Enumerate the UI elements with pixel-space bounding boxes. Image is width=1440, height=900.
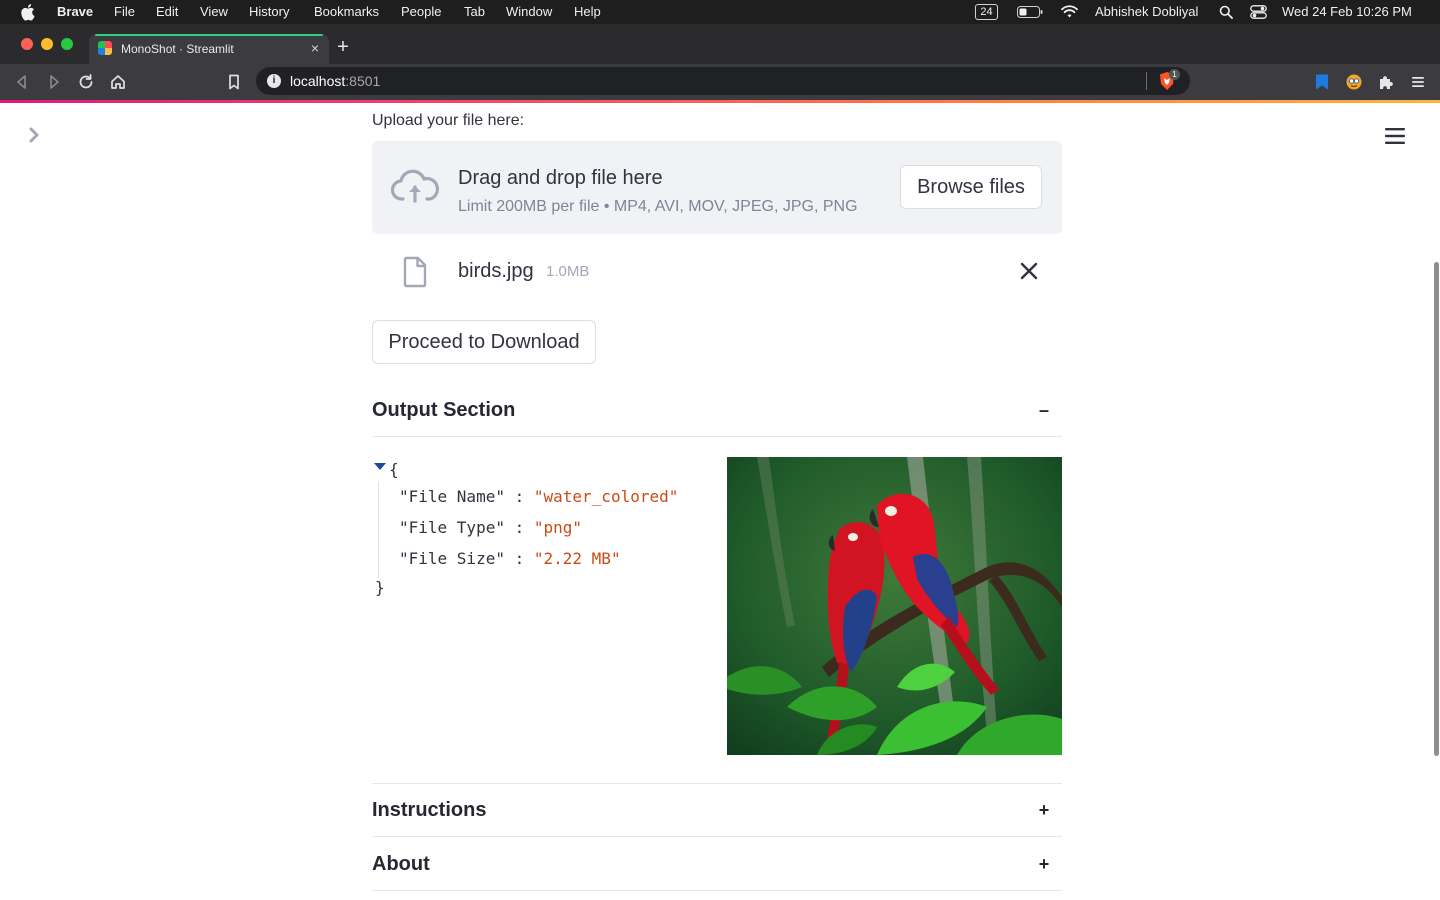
- json-value: "2.22 MB": [533, 549, 621, 568]
- json-key: "File Type": [399, 518, 505, 537]
- site-info-icon[interactable]: i: [267, 74, 281, 88]
- address-bar-divider: [1146, 72, 1147, 90]
- menu-window[interactable]: Window: [506, 5, 552, 19]
- json-collapse-caret-icon[interactable]: [374, 463, 386, 470]
- address-bar[interactable]: i localhost:8501 1: [256, 67, 1190, 95]
- menu-bookmarks[interactable]: Bookmarks: [314, 5, 379, 19]
- uploaded-file-name: birds.jpg: [458, 260, 534, 282]
- divider: [372, 783, 1062, 784]
- divider: [372, 436, 1062, 437]
- battery-icon[interactable]: [1017, 6, 1043, 18]
- menu-history[interactable]: History: [249, 5, 289, 19]
- browser-tab-active[interactable]: MonoShot · Streamlit ×: [89, 34, 329, 64]
- back-icon[interactable]: [13, 73, 31, 91]
- output-image: [727, 457, 1062, 755]
- browser-menu-icon[interactable]: [1409, 73, 1427, 91]
- output-section-header[interactable]: Output Section –: [372, 390, 1062, 430]
- json-colon: :: [504, 487, 534, 506]
- dropzone-title: Drag and drop file here: [458, 167, 663, 189]
- divider: [372, 836, 1062, 837]
- menu-file[interactable]: File: [114, 5, 135, 19]
- instructions-expander-header[interactable]: Instructions +: [372, 790, 1062, 830]
- home-icon[interactable]: [109, 73, 127, 91]
- chevron-right-icon[interactable]: [26, 126, 42, 144]
- menubar-user[interactable]: Abhishek Dobliyal: [1095, 5, 1198, 19]
- json-value: "water_colored": [533, 487, 679, 506]
- menu-app-name[interactable]: Brave: [57, 5, 93, 19]
- menu-tab[interactable]: Tab: [464, 5, 485, 19]
- dropzone-limit-text: Limit 200MB per file • MP4, AVI, MOV, JP…: [458, 198, 858, 215]
- window-zoom-button[interactable]: [61, 38, 73, 50]
- divider: [372, 890, 1062, 891]
- json-row: "File Type" : "png": [399, 518, 582, 538]
- extensions-puzzle-icon[interactable]: [1377, 73, 1395, 91]
- json-viewer: { "File Name" : "water_colored" "File Ty…: [372, 456, 702, 606]
- streamlit-favicon-icon: [98, 41, 112, 55]
- about-expander-header[interactable]: About +: [372, 844, 1062, 884]
- bookmarks-blue-icon[interactable]: [1313, 73, 1331, 91]
- url-port: :8501: [345, 73, 381, 89]
- apple-logo-icon[interactable]: [21, 3, 37, 21]
- instructions-title: Instructions: [372, 799, 487, 821]
- shields-count-badge: 1: [1169, 69, 1180, 80]
- control-center-icon[interactable]: [1250, 5, 1267, 19]
- output-section-title: Output Section: [372, 399, 516, 421]
- cloud-upload-icon: [390, 169, 440, 203]
- page-scrollbar[interactable]: [1434, 262, 1439, 756]
- json-value: "png": [533, 518, 583, 537]
- uploaded-file-row: birds.jpg 1.0MB: [372, 248, 1062, 294]
- url-host: localhost: [290, 73, 346, 89]
- tab-title: MonoShot · Streamlit: [121, 42, 234, 56]
- close-icon[interactable]: [1018, 260, 1040, 282]
- window-minimize-button[interactable]: [41, 38, 53, 50]
- json-key: "File Name": [399, 487, 505, 506]
- file-dropzone[interactable]: Drag and drop file here Limit 200MB per …: [372, 141, 1062, 234]
- menu-people[interactable]: People: [401, 5, 441, 19]
- json-indent-guide: [378, 482, 379, 578]
- upload-label: Upload your file here:: [372, 112, 525, 129]
- menu-view[interactable]: View: [200, 5, 228, 19]
- collapse-icon[interactable]: –: [1034, 398, 1054, 422]
- menu-edit[interactable]: Edit: [156, 5, 178, 19]
- browse-files-button[interactable]: Browse files: [900, 165, 1042, 209]
- expand-icon[interactable]: +: [1034, 852, 1054, 876]
- tab-active-indicator: [95, 34, 323, 36]
- wifi-icon[interactable]: [1061, 5, 1078, 18]
- window-close-button[interactable]: [21, 38, 33, 50]
- forward-icon[interactable]: [45, 73, 63, 91]
- address-url[interactable]: localhost:8501: [290, 73, 380, 89]
- hamburger-menu-icon[interactable]: [1384, 126, 1406, 146]
- new-tab-button[interactable]: +: [333, 37, 353, 58]
- reload-icon[interactable]: [77, 73, 95, 91]
- json-key: "File Size": [399, 549, 505, 568]
- uploaded-file-size: 1.0MB: [546, 263, 590, 280]
- json-row: "File Size" : "2.22 MB": [399, 549, 621, 569]
- macos-menu-bar: Brave File Edit View History Bookmarks P…: [0, 0, 1440, 24]
- about-title: About: [372, 853, 430, 875]
- tab-close-button[interactable]: ×: [307, 40, 323, 56]
- proceed-to-download-button[interactable]: Proceed to Download: [372, 320, 596, 364]
- json-close-brace: }: [375, 578, 385, 597]
- status-badge[interactable]: 24: [975, 4, 998, 20]
- expand-icon[interactable]: +: [1034, 798, 1054, 822]
- file-icon: [403, 256, 427, 288]
- menu-help[interactable]: Help: [574, 5, 601, 19]
- menubar-datetime[interactable]: Wed 24 Feb 10:26 PM: [1282, 5, 1412, 19]
- json-row: "File Name" : "water_colored": [399, 487, 678, 507]
- json-colon: :: [504, 518, 534, 537]
- bookmark-icon[interactable]: [225, 73, 243, 91]
- extension-avatar-icon[interactable]: [1345, 73, 1363, 91]
- spotlight-search-icon[interactable]: [1219, 5, 1233, 19]
- json-colon: :: [504, 549, 534, 568]
- brave-gradient-bar: [0, 100, 1440, 103]
- json-open-brace: {: [389, 460, 399, 479]
